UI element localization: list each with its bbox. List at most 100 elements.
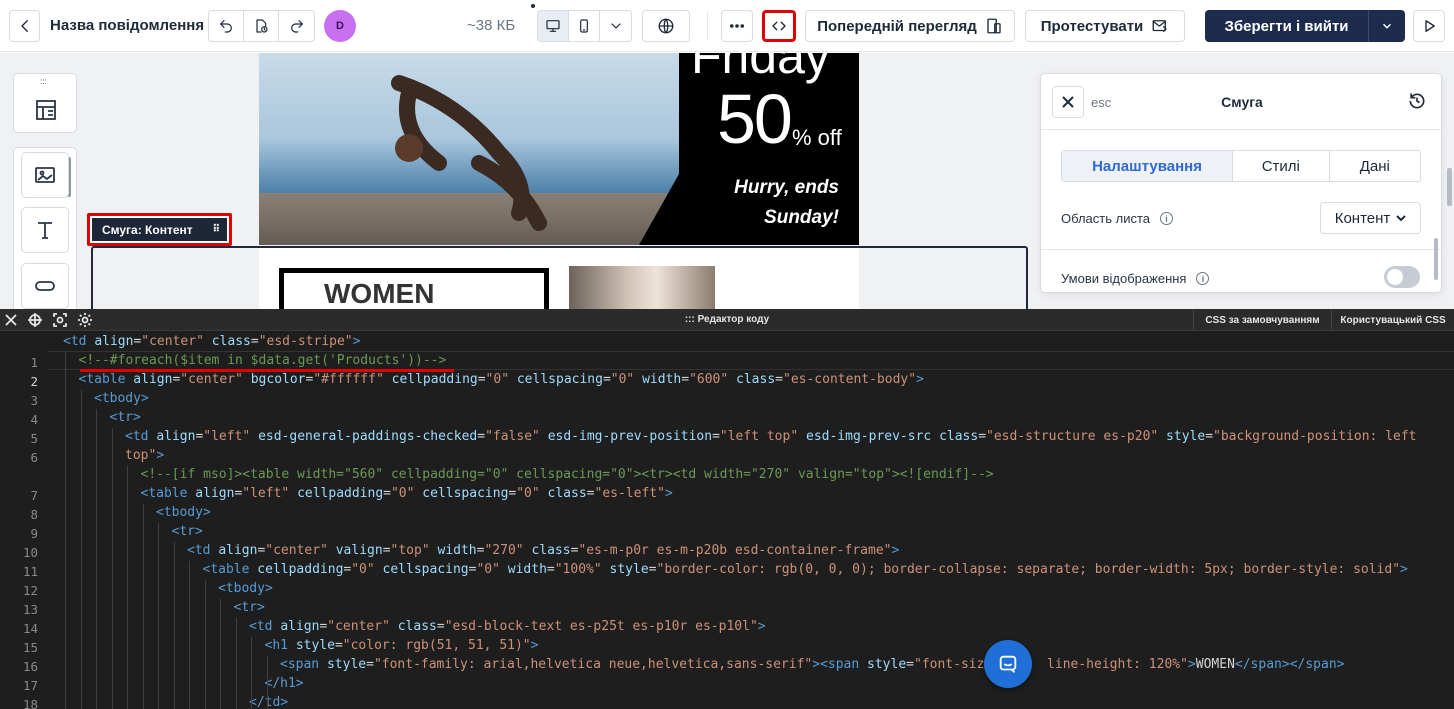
code-line[interactable]: <tbody>: [94, 389, 149, 408]
save-options-dropdown[interactable]: [1369, 10, 1405, 42]
save-and-exit-split-button: Зберегти і вийти: [1205, 10, 1405, 42]
chevron-down-icon: [1396, 215, 1406, 222]
code-line[interactable]: <td align = "left" esd-general-paddings-ch…: [125, 427, 1417, 446]
line-number: 8: [30, 507, 38, 522]
mobile-view-button[interactable]: [569, 11, 600, 41]
message-name[interactable]: Назва повідомлення: [50, 17, 204, 34]
code-line[interactable]: </td>: [249, 693, 288, 709]
language-button[interactable]: [642, 10, 690, 42]
code-line[interactable]: <!--#foreach($item in $data.get('Product…: [79, 351, 447, 370]
code-line[interactable]: <table align="left" cellpadding="0" cell…: [141, 484, 673, 503]
code-line[interactable]: <tr>: [110, 408, 141, 427]
save-and-exit-button[interactable]: Зберегти і вийти: [1205, 10, 1369, 42]
sheet-area-select[interactable]: Контент: [1320, 202, 1421, 234]
code-line[interactable]: <span style="font-family: arial,helvetic…: [280, 655, 1344, 674]
tab-data[interactable]: Дані: [1330, 151, 1420, 181]
test-button[interactable]: Протестувати: [1025, 10, 1185, 42]
code-line[interactable]: <table cellpadding = "0" cellspacing = "0" w…: [203, 560, 1408, 579]
promo-banner-image[interactable]: Friday 50 % off Hurry, ends Sunday!: [259, 53, 859, 245]
code-token: "600": [689, 372, 729, 387]
more-options-button[interactable]: [721, 10, 753, 42]
code-token: "#ffffff": [313, 372, 384, 387]
structures-panel: :::: [13, 73, 77, 133]
text-block[interactable]: [21, 207, 69, 253]
device-dropdown-button[interactable]: [600, 11, 631, 41]
code-line[interactable]: <td align="center" valign="top" width="2…: [187, 541, 899, 560]
code-token: style: [609, 562, 649, 577]
code-token: >: [352, 334, 361, 349]
avatar[interactable]: D: [324, 10, 356, 42]
code-editor-button[interactable]: [762, 10, 796, 42]
code-line[interactable]: <tbody>: [156, 503, 211, 522]
chevron-down-icon: [1383, 23, 1391, 29]
redo-icon: [290, 20, 303, 33]
code-line[interactable]: <!--[if mso]><table width="560" cellpadd…: [141, 465, 994, 484]
drag-handle-icon[interactable]: ⠿: [213, 224, 220, 235]
tab-styles[interactable]: Стилі: [1233, 151, 1330, 181]
code-editor: ::: Редактор коду CSS за замовчуванням К…: [0, 309, 1454, 709]
message-size: ~38 КБ: [467, 17, 516, 34]
code-token: cellpadding: [391, 372, 478, 387]
history-icon: [1409, 93, 1425, 109]
image-block[interactable]: [21, 152, 69, 198]
code-line[interactable]: <tr>: [172, 522, 203, 541]
indent-guide: [173, 542, 175, 709]
desktop-view-button[interactable]: [538, 11, 569, 41]
code-token: align: [156, 429, 196, 444]
chat-support-button[interactable]: [984, 640, 1032, 688]
indent-guide: [266, 656, 268, 709]
code-token: style: [1166, 429, 1206, 444]
code-token: "es-m-p0r es-m-p20b esd-container-frame": [578, 543, 892, 558]
canvas-scrollbar[interactable]: [1447, 168, 1452, 206]
tab-default-css[interactable]: CSS за замовчуванням: [1193, 309, 1331, 331]
panel-scrollbar[interactable]: [1434, 238, 1438, 280]
line-number: 5: [30, 431, 38, 446]
indent-guide: [220, 599, 221, 709]
code-token: "0": [485, 372, 510, 387]
women-heading[interactable]: WOMEN: [324, 278, 434, 310]
redo-button[interactable]: [279, 11, 314, 41]
line-number: 4: [30, 412, 38, 427]
tab-settings[interactable]: Налаштування: [1062, 151, 1234, 181]
drag-handle-icon[interactable]: :::: [40, 78, 47, 86]
code-line[interactable]: top">: [125, 446, 164, 465]
undo-button[interactable]: [209, 11, 244, 41]
code-token: "esd-structure es-p20": [986, 429, 1159, 444]
code-line[interactable]: <table align="center" bgcolor="#ffffff" …: [79, 370, 924, 389]
line-number: 13: [22, 602, 38, 617]
line-number: 12: [22, 583, 38, 598]
code-line[interactable]: <tr>: [234, 598, 265, 617]
stripe-content-tag[interactable]: Смуга: Контент ⠿: [87, 213, 232, 246]
button-block[interactable]: [21, 263, 69, 309]
button-icon: [35, 281, 55, 291]
sheet-area-value: Контент: [1334, 209, 1391, 227]
code-line[interactable]: <td align="center" class="esd-stripe">: [63, 332, 360, 351]
preview-button[interactable]: Попередній перегляд: [805, 10, 1015, 42]
top-toolbar: Назва повідомлення D ~38 КБ Попередній п…: [0, 0, 1454, 52]
run-button[interactable]: [1413, 10, 1445, 42]
display-conditions-toggle[interactable]: [1384, 266, 1420, 288]
code-token: cellspacing: [422, 486, 509, 501]
code-line[interactable]: <tbody>: [218, 579, 273, 598]
version-history-button[interactable]: [244, 11, 280, 41]
code-token: >: [916, 372, 924, 387]
code-token: =: [334, 638, 343, 653]
banner-hurry-text: Hurry, ends Sunday!: [734, 173, 839, 233]
code-line[interactable]: <td align="center" class="esd-block-text…: [249, 617, 766, 636]
history-button[interactable]: [1407, 91, 1427, 116]
info-icon[interactable]: i: [1196, 272, 1210, 285]
code-line[interactable]: </h1>: [265, 674, 304, 693]
document-history-icon: [256, 19, 268, 33]
code-line[interactable]: <h1 style="color: rgb(51, 51, 51)">: [265, 636, 539, 655]
selected-stripe-content[interactable]: WOMEN: [91, 246, 1028, 310]
back-button[interactable]: [9, 10, 40, 42]
panel-divider: [1041, 249, 1441, 250]
product-photo[interactable]: [569, 266, 715, 310]
code-token: cellspacing: [382, 562, 469, 577]
layout-icon[interactable]: [34, 98, 58, 122]
info-icon[interactable]: i: [1160, 212, 1174, 225]
tab-custom-css[interactable]: Користувацький CSS: [1331, 309, 1454, 331]
